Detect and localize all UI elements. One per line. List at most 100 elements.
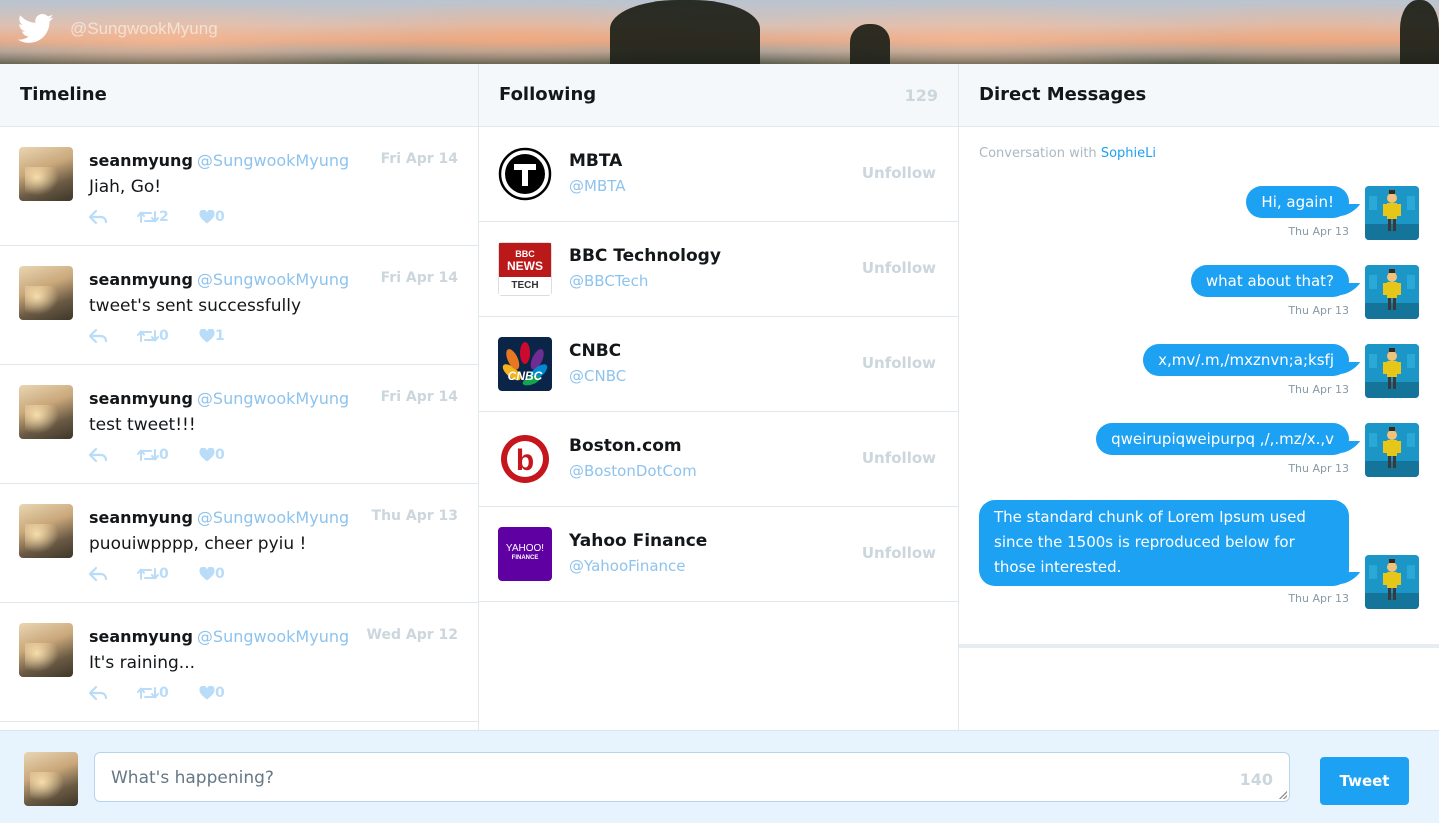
tweet-date: Fri Apr 14	[380, 270, 458, 286]
retweet-icon	[137, 449, 159, 461]
tweet-text: Jiah, Go!	[89, 177, 162, 197]
avatar[interactable]	[19, 504, 73, 558]
tweet-item[interactable]: seanmyung @SungwookMyung Fri Apr 14 test tw…	[0, 365, 478, 484]
like-button[interactable]: 0	[199, 564, 225, 584]
avatar[interactable]	[1365, 423, 1419, 477]
account-logo[interactable]	[498, 147, 552, 201]
author-username[interactable]: @SungwookMyung	[197, 151, 349, 170]
conversation-prefix: Conversation with	[979, 146, 1097, 161]
resize-grip-icon[interactable]	[1279, 791, 1287, 799]
unfollow-button[interactable]: Unfollow	[862, 354, 936, 372]
timeline-header: Timeline	[0, 64, 478, 127]
cartoon-character-icon	[1365, 186, 1419, 240]
account-name[interactable]: Yahoo Finance	[569, 531, 707, 551]
author-username[interactable]: @SungwookMyung	[197, 627, 349, 646]
account-name[interactable]: BBC Technology	[569, 246, 721, 266]
account-logo[interactable]: BBC NEWS TECH	[498, 242, 552, 296]
logo-text: NEWS	[507, 259, 543, 273]
author-name[interactable]: seanmyung	[89, 627, 193, 646]
tweet-button[interactable]: Tweet	[1320, 757, 1409, 805]
following-item[interactable]: BBC NEWS TECH BBC Technology @BBCTech Unfollo…	[479, 222, 958, 317]
like-button[interactable]: 0	[199, 207, 225, 227]
unfollow-button[interactable]: Unfollow	[862, 544, 936, 562]
retweet-button[interactable]: 0	[137, 326, 169, 346]
retweet-button[interactable]: 0	[137, 564, 169, 584]
account-name[interactable]: MBTA	[569, 151, 622, 171]
author-name[interactable]: seanmyung	[89, 270, 193, 289]
message-date: Thu Apr 13	[1288, 304, 1349, 317]
like-button[interactable]: 0	[199, 683, 225, 703]
account-logo[interactable]: CNBC	[498, 337, 552, 391]
twitter-bird-icon[interactable]	[18, 14, 54, 44]
avatar[interactable]	[1365, 265, 1419, 319]
tweet-item[interactable]: seanmyung @SungwookMyung Thu Apr 13 puouiwp…	[0, 484, 478, 603]
like-button[interactable]: 0	[199, 445, 225, 465]
avatar[interactable]	[1365, 344, 1419, 398]
tweet-item[interactable]: seanmyung @SungwookMyung Fri Apr 14 Jiah, G…	[0, 127, 478, 246]
avatar[interactable]	[19, 147, 73, 201]
reply-icon	[89, 567, 107, 581]
retweet-button[interactable]: 0	[137, 683, 169, 703]
reply-button[interactable]	[89, 564, 107, 584]
retweet-count: 0	[159, 685, 169, 701]
reply-button[interactable]	[89, 683, 107, 703]
account-logo[interactable]: YAHOO! FINANCE	[498, 527, 552, 581]
avatar[interactable]	[19, 623, 73, 677]
tweet-item[interactable]: seanmyung @SungwookMyung Wed Apr 12 It's ra…	[0, 603, 478, 722]
message-date: Thu Apr 13	[1288, 462, 1349, 475]
account-logo[interactable]: b	[498, 432, 552, 486]
author-username[interactable]: @SungwookMyung	[197, 508, 349, 527]
account-handle[interactable]: @YahooFinance	[569, 557, 686, 575]
account-name[interactable]: CNBC	[569, 341, 621, 361]
logo-text: b	[516, 444, 534, 477]
author-name[interactable]: seanmyung	[89, 151, 193, 170]
retweet-count: 0	[159, 447, 169, 463]
tweet-item[interactable]: seanmyung @SungwookMyung Fri Apr 14 tweet's…	[0, 246, 478, 365]
following-count: 129	[904, 86, 938, 105]
reply-button[interactable]	[89, 207, 107, 227]
retweet-button[interactable]: 2	[137, 207, 169, 227]
like-button[interactable]: 1	[199, 326, 225, 346]
unfollow-button[interactable]: Unfollow	[862, 164, 936, 182]
tweet-input[interactable]: What's happening? 140	[94, 752, 1290, 802]
author-username[interactable]: @SungwookMyung	[197, 389, 349, 408]
author-name[interactable]: seanmyung	[89, 508, 193, 527]
tweet-input-placeholder: What's happening?	[111, 768, 274, 788]
unfollow-button[interactable]: Unfollow	[862, 259, 936, 277]
following-column: Following 129 MBTA @MBTA Unfollow BBC NEWS TE…	[479, 64, 959, 730]
account-handle[interactable]: @BBCTech	[569, 272, 648, 290]
author-name[interactable]: seanmyung	[89, 389, 193, 408]
bbc-news-tech-logo: BBC NEWS TECH	[498, 242, 552, 296]
account-handle[interactable]: @BostonDotCom	[569, 462, 697, 480]
author-username[interactable]: @SungwookMyung	[197, 270, 349, 289]
account-handle[interactable]: @CNBC	[569, 367, 626, 385]
avatar[interactable]	[1365, 186, 1419, 240]
message-bubble: qweirupiqweipurpq ,/,.mz/x.,v	[1096, 423, 1349, 455]
unfollow-button[interactable]: Unfollow	[862, 449, 936, 467]
following-item[interactable]: YAHOO! FINANCE Yahoo Finance @YahooFinance U…	[479, 507, 958, 602]
following-item[interactable]: CNBC CNBC @CNBC Unfollow	[479, 317, 958, 412]
avatar[interactable]	[1365, 555, 1419, 609]
conversation-label: Conversation with SophieLi	[979, 146, 1156, 161]
retweet-icon	[137, 330, 159, 342]
retweet-count: 0	[159, 328, 169, 344]
logo-text: TECH	[511, 280, 539, 291]
tweet-date: Fri Apr 14	[380, 151, 458, 167]
dm-title: Direct Messages	[979, 84, 1147, 105]
reply-button[interactable]	[89, 445, 107, 465]
avatar[interactable]	[19, 385, 73, 439]
dm-reply-area[interactable]	[959, 644, 1439, 730]
message-date: Thu Apr 13	[1288, 225, 1349, 238]
retweet-button[interactable]: 0	[137, 445, 169, 465]
avatar[interactable]	[19, 266, 73, 320]
message-bubble: Hi, again!	[1246, 186, 1349, 218]
cnbc-logo: CNBC	[498, 337, 552, 391]
conversation-partner[interactable]: SophieLi	[1101, 146, 1156, 161]
reply-icon	[89, 329, 107, 343]
account-handle[interactable]: @MBTA	[569, 177, 626, 195]
tweet-author: seanmyung @SungwookMyung	[89, 389, 349, 408]
following-item[interactable]: b Boston.com @BostonDotCom Unfollow	[479, 412, 958, 507]
following-item[interactable]: MBTA @MBTA Unfollow	[479, 127, 958, 222]
account-name[interactable]: Boston.com	[569, 436, 682, 456]
reply-button[interactable]	[89, 326, 107, 346]
